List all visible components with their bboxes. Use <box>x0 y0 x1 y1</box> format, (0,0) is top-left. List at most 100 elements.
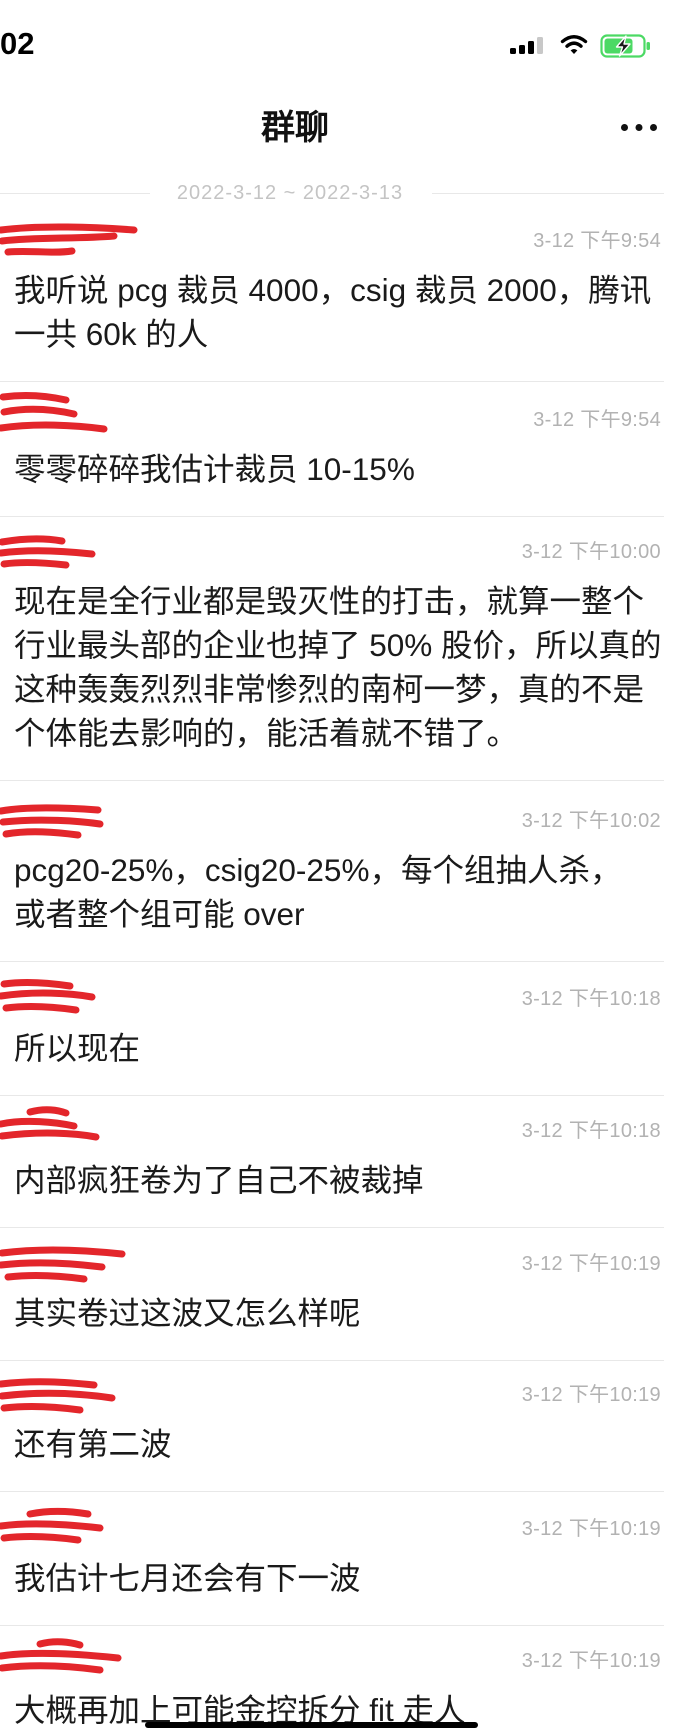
message-item[interactable]: 3-12 下午10:19 大概再加上可能金控拆分 fit 走人 <box>0 1638 690 1732</box>
redaction-stroke <box>0 558 70 569</box>
redaction-stroke <box>0 421 108 433</box>
message-divider <box>0 381 664 382</box>
redacted-sender-name <box>0 535 96 569</box>
page-title: 群聊 <box>261 109 329 147</box>
message-item[interactable]: 3-12 下午10:02 pcg20-25%，csig20-25%，每个组抽人杀… <box>0 801 690 962</box>
message-item[interactable]: 3-12 下午9:54 零零碎碎我估计裁员 10-15% <box>0 392 690 517</box>
redaction-stroke <box>0 405 78 418</box>
redaction-stroke <box>0 392 70 404</box>
message-timestamp: 3-12 下午10:19 <box>521 1650 661 1672</box>
message-text: 其实卷过这波又怎么样呢 <box>0 1291 690 1335</box>
redacted-sender-name <box>0 804 104 839</box>
redaction-stroke <box>0 232 118 245</box>
redaction-stroke <box>0 1117 78 1130</box>
status-bar: 02 <box>0 0 690 80</box>
redaction-stroke <box>26 1106 70 1117</box>
redaction-stroke <box>0 816 104 828</box>
home-indicator[interactable] <box>145 1722 478 1728</box>
redacted-sender-name <box>0 1106 100 1141</box>
redacted-sender-name <box>0 1507 104 1544</box>
message-timestamp: 3-12 下午9:54 <box>533 230 661 252</box>
message-text-line: 还有第二波 <box>14 1426 172 1462</box>
date-divider-line-right <box>432 193 664 194</box>
message-timestamp: 3-12 下午10:18 <box>521 988 661 1010</box>
redaction-stroke <box>0 223 138 234</box>
redaction-stroke <box>0 1520 104 1532</box>
message-text-line: 我听说 pcg 裁员 4000，csig 裁员 2000，腾讯 <box>14 272 652 308</box>
message-text: 内部疯狂卷为了自己不被裁掉 <box>0 1158 690 1202</box>
message-timestamp: 3-12 下午10:19 <box>521 1253 661 1275</box>
redaction-stroke <box>26 1507 92 1518</box>
redacted-sender-name <box>0 223 138 256</box>
redaction-stroke <box>0 1129 100 1141</box>
redaction-stroke <box>0 1662 104 1674</box>
message-divider <box>0 1360 664 1361</box>
redaction-stroke <box>0 979 74 990</box>
message-text: 所以现在 <box>0 1026 690 1070</box>
message-timestamp: 3-12 下午10:19 <box>521 1384 661 1406</box>
redacted-sender-name <box>0 1638 122 1674</box>
message-item[interactable]: 3-12 下午10:19 我估计七月还会有下一波 <box>0 1507 690 1626</box>
message-text-line: 零零碎碎我估计裁员 10-15% <box>14 451 415 487</box>
message-item[interactable]: 3-12 下午10:19 还有第二波 <box>0 1375 690 1492</box>
more-icon-dots <box>621 124 628 131</box>
redacted-sender-name <box>0 392 108 433</box>
redaction-stroke <box>4 1272 88 1283</box>
redaction-stroke <box>0 804 102 815</box>
nav-bar: 群聊 <box>0 90 690 166</box>
message-timestamp: 3-12 下午10:19 <box>521 1518 661 1540</box>
message-text-line: pcg20-25%，csig20-25%，每个组抽人杀， <box>14 852 622 888</box>
signal-bar <box>519 45 525 54</box>
message-text-line: 个体能去影响的，能活着就不错了。 <box>14 715 519 751</box>
wifi-arc <box>565 41 583 48</box>
redaction-stroke <box>0 1389 116 1402</box>
more-icon[interactable] <box>621 124 657 132</box>
date-range-label: 2022-3-12 ~ 2022-3-13 <box>176 182 404 204</box>
message-timestamp: 3-12 下午10:18 <box>521 1120 661 1142</box>
message-item[interactable]: 3-12 下午10:18 内部疯狂卷为了自己不被裁掉 <box>0 1106 690 1228</box>
signal-bar <box>528 41 534 54</box>
redacted-sender-name <box>0 1378 116 1414</box>
wifi-icon <box>560 35 588 54</box>
redaction-stroke <box>4 247 76 256</box>
message-divider <box>0 961 664 962</box>
message-item[interactable]: 3-12 下午10:18 所以现在 <box>0 979 690 1096</box>
message-text: pcg20-25%，csig20-25%，每个组抽人杀， 或者整个组可能 ove… <box>0 848 690 936</box>
message-divider <box>0 1227 664 1228</box>
redaction-stroke <box>0 1403 84 1414</box>
message-text-line: 一共 60k 的人 <box>14 316 209 352</box>
redaction-stroke <box>0 989 96 1001</box>
battery-charging-icon <box>600 34 650 58</box>
redaction-stroke <box>2 828 82 839</box>
message-text: 我听说 pcg 裁员 4000，csig 裁员 2000，腾讯 一共 60k 的… <box>0 268 690 356</box>
message-divider <box>0 1625 664 1626</box>
wifi-dot <box>570 49 578 54</box>
message-text-line: 其实卷过这波又怎么样呢 <box>14 1295 361 1331</box>
message-text-line: 行业最头部的企业也掉了 50% 股价，所以真的 <box>14 627 662 663</box>
redaction-stroke <box>0 535 66 546</box>
message-text-line: 或者整个组可能 over <box>14 896 305 932</box>
battery-cap <box>646 42 650 50</box>
message-text-line: 所以现在 <box>14 1030 141 1066</box>
message-divider <box>0 516 664 517</box>
message-text: 我估计七月还会有下一波 <box>0 1556 690 1600</box>
wifi-arc <box>560 35 588 44</box>
redaction-stroke <box>2 1003 80 1014</box>
message-divider <box>0 1095 664 1096</box>
status-time: 02 <box>0 26 35 61</box>
message-item[interactable]: 3-12 下午9:54 我听说 pcg 裁员 4000，csig 裁员 2000… <box>0 221 690 382</box>
redaction-stroke <box>0 1649 122 1662</box>
message-text-line: 现在是全行业都是毁灭性的打击，就算一整个 <box>14 583 645 619</box>
redaction-stroke <box>0 1533 82 1544</box>
message-text-line: 内部疯狂卷为了自己不被裁掉 <box>14 1162 424 1198</box>
redacted-sender-name <box>0 1246 126 1283</box>
redaction-stroke <box>0 1259 106 1271</box>
signal-bar <box>510 48 516 54</box>
message-text: 现在是全行业都是毁灭性的打击，就算一整个 行业最头部的企业也掉了 50% 股价，… <box>0 579 690 755</box>
redaction-stroke <box>0 1246 126 1258</box>
cellular-signal-icon <box>510 37 543 54</box>
message-text: 还有第二波 <box>0 1422 690 1466</box>
message-item[interactable]: 3-12 下午10:00 现在是全行业都是毁灭性的打击，就算一整个 行业最头部的… <box>0 532 690 781</box>
redaction-stroke <box>0 1378 98 1389</box>
message-item[interactable]: 3-12 下午10:19 其实卷过这波又怎么样呢 <box>0 1244 690 1361</box>
